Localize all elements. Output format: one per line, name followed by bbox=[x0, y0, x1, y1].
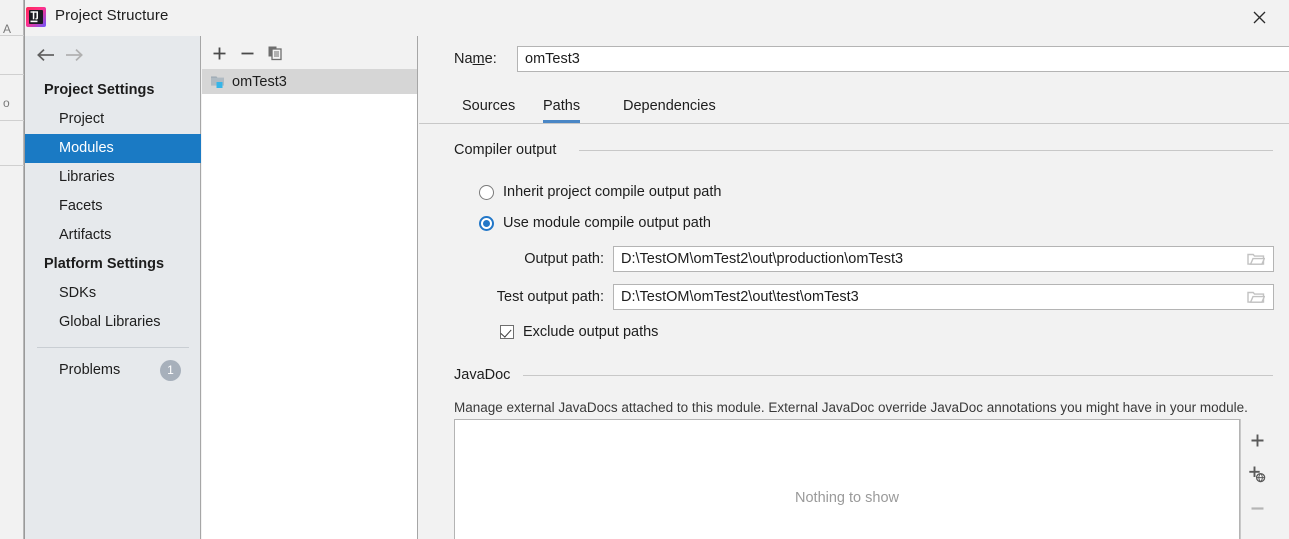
compiler-output-group-rule bbox=[579, 150, 1273, 151]
close-icon[interactable] bbox=[1236, 0, 1282, 34]
problems-count-badge: 1 bbox=[160, 360, 181, 381]
settings-sidebar: Project Settings Project Modules Librari… bbox=[25, 36, 201, 539]
background-ide-strip: A o bbox=[0, 0, 24, 539]
module-name-input[interactable] bbox=[517, 46, 1289, 72]
screen: A o Project Structure Project Settings P… bbox=[0, 0, 1289, 539]
folder-browse-icon-output[interactable] bbox=[1242, 249, 1270, 269]
dialog-titlebar: Project Structure bbox=[25, 0, 1289, 36]
javadoc-group-rule bbox=[523, 375, 1273, 376]
module-tabs: Sources Paths Dependencies bbox=[419, 91, 1289, 124]
module-list-toolbar bbox=[202, 36, 417, 69]
sidebar-item-libraries[interactable]: Libraries bbox=[25, 163, 201, 192]
folder-browse-icon-test-output[interactable] bbox=[1242, 287, 1270, 307]
sidebar-item-sdks[interactable]: SDKs bbox=[25, 279, 201, 308]
sidebar-item-artifacts[interactable]: Artifacts bbox=[25, 221, 201, 250]
module-name-label: Name: bbox=[454, 51, 497, 67]
back-arrow-icon[interactable] bbox=[33, 44, 59, 66]
module-list-panel: omTest3 bbox=[202, 36, 418, 539]
javadoc-list[interactable]: Nothing to show bbox=[454, 419, 1240, 539]
tab-paths[interactable]: Paths bbox=[543, 91, 581, 123]
add-javadoc-url-button[interactable] bbox=[1241, 458, 1273, 490]
radio-inherit-project-output[interactable]: Inherit project compile output path bbox=[479, 184, 721, 200]
javadoc-empty-message: Nothing to show bbox=[795, 490, 899, 506]
sidebar-item-global-libraries[interactable]: Global Libraries bbox=[25, 308, 201, 337]
radio-use-module-output[interactable]: Use module compile output path bbox=[479, 215, 711, 231]
javadoc-toolbar bbox=[1240, 419, 1274, 539]
sidebar-item-project[interactable]: Project bbox=[25, 105, 201, 134]
module-detail-panel: Name: Sources Paths Dependencies Compile… bbox=[419, 36, 1289, 539]
sidebar-item-facets[interactable]: Facets bbox=[25, 192, 201, 221]
module-folder-icon bbox=[210, 73, 227, 90]
forward-arrow-icon[interactable] bbox=[61, 44, 87, 66]
javadoc-group-label: JavaDoc bbox=[454, 367, 518, 383]
copy-module-button[interactable] bbox=[262, 40, 288, 66]
tab-dependencies[interactable]: Dependencies bbox=[623, 91, 716, 123]
add-javadoc-button[interactable] bbox=[1241, 424, 1273, 456]
exclude-output-paths-label: Exclude output paths bbox=[523, 324, 659, 340]
radio-inherit-project-output-indicator bbox=[479, 184, 494, 200]
intellij-idea-icon bbox=[25, 6, 47, 28]
sidebar-group-platform-settings: Platform Settings bbox=[44, 256, 165, 272]
sidebar-item-problems-label: Problems bbox=[59, 362, 121, 378]
background-ghost-text-1: o bbox=[3, 96, 10, 110]
sidebar-item-problems[interactable]: Problems 1 bbox=[25, 356, 201, 385]
dialog-title: Project Structure bbox=[55, 7, 169, 24]
tabs-divider bbox=[419, 123, 1289, 124]
test-output-path-field bbox=[613, 284, 1274, 310]
sidebar-group-project-settings: Project Settings bbox=[44, 82, 155, 98]
radio-inherit-project-output-label: Inherit project compile output path bbox=[503, 184, 722, 200]
output-path-field bbox=[613, 246, 1274, 272]
sidebar-divider bbox=[37, 347, 189, 348]
exclude-output-paths-checkbox-indicator bbox=[500, 325, 514, 339]
module-list-item-label: omTest3 bbox=[232, 73, 287, 90]
radio-use-module-output-label: Use module compile output path bbox=[503, 215, 711, 231]
add-module-button[interactable] bbox=[206, 40, 232, 66]
test-output-path-input[interactable] bbox=[614, 285, 1239, 309]
remove-javadoc-button[interactable] bbox=[1241, 492, 1273, 524]
javadoc-description: Manage external JavaDocs attached to thi… bbox=[454, 400, 1248, 415]
compiler-output-group-label: Compiler output bbox=[454, 142, 564, 158]
sidebar-item-modules[interactable]: Modules bbox=[25, 134, 201, 163]
module-list-item-omtest3[interactable]: omTest3 bbox=[202, 69, 417, 94]
sidebar-list: Project Settings Project Modules Librari… bbox=[25, 76, 201, 385]
remove-module-button[interactable] bbox=[234, 40, 260, 66]
test-output-path-label: Test output path: bbox=[496, 289, 604, 305]
radio-use-module-output-indicator bbox=[479, 215, 494, 231]
exclude-output-paths-checkbox[interactable]: Exclude output paths bbox=[500, 324, 658, 340]
output-path-label: Output path: bbox=[524, 251, 604, 267]
sidebar-nav-arrows bbox=[25, 36, 201, 72]
module-name-row: Name: bbox=[419, 44, 1289, 76]
background-ghost-text-0: A bbox=[3, 22, 12, 36]
output-path-input[interactable] bbox=[614, 247, 1239, 271]
project-structure-dialog: Project Structure Project Settings Proje… bbox=[24, 0, 1289, 539]
tab-sources[interactable]: Sources bbox=[462, 91, 515, 123]
